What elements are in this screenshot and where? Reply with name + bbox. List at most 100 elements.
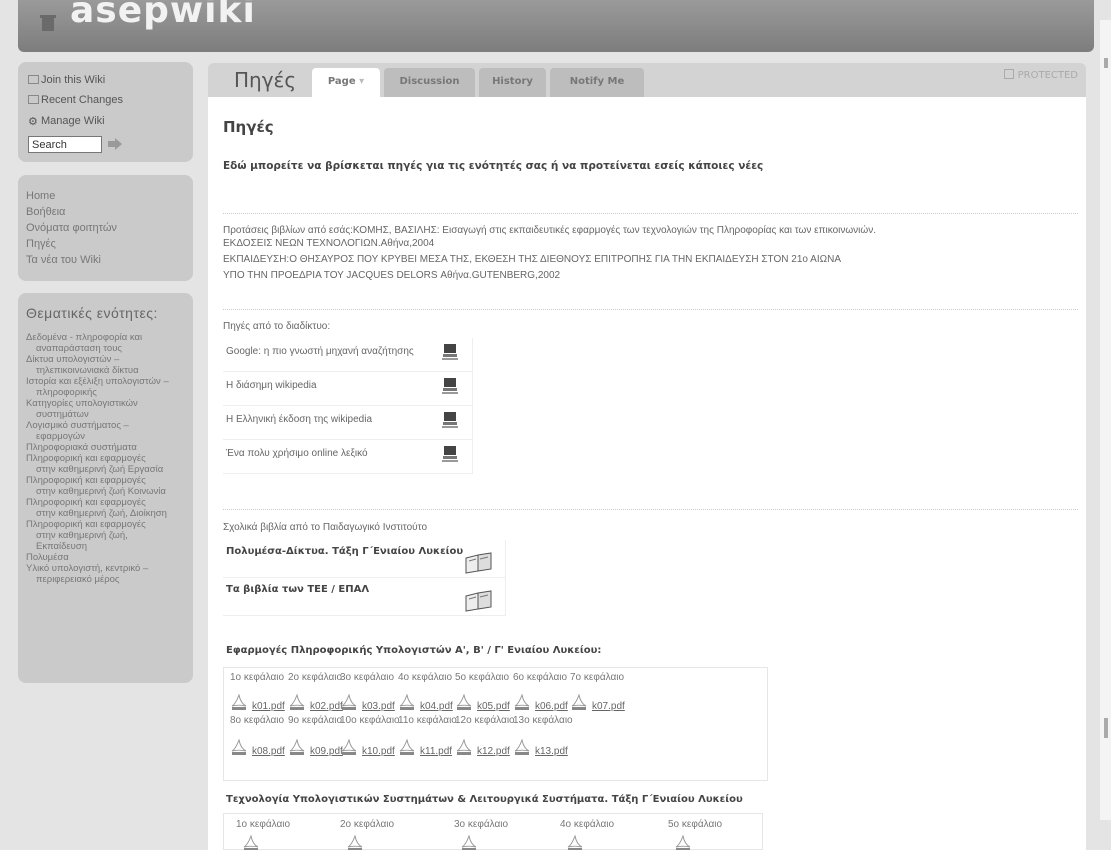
chapter-header: 7ο κεφάλαιο	[570, 672, 625, 683]
computer-icon[interactable]	[440, 376, 460, 396]
thematic-item[interactable]: Δίκτυα υπολογιστών – τηλεπικοινωνιακά δίκ…	[26, 354, 194, 376]
protected-label: PROTECTED	[1017, 70, 1078, 81]
thematic-item[interactable]: Πολυμέσα	[26, 552, 194, 563]
pdf-icon	[289, 738, 305, 755]
computer-icon[interactable]	[440, 342, 460, 362]
sidebar-thematic: Θεματικές ενότητες: Δεδομένα - πληροφορί…	[18, 293, 193, 683]
web-source-link[interactable]: Google: η πιο γνωστή μηχανή αναζήτησης	[226, 346, 414, 357]
tab-notify-me[interactable]: Notify Me	[550, 68, 644, 97]
tab-discussion[interactable]: Discussion	[384, 68, 475, 97]
thematic-item[interactable]: Πληροφορική και εφαρμογές στην καθημερινή…	[26, 453, 194, 475]
thematic-item-line: τηλεπικοινωνιακά δίκτυα	[36, 365, 139, 376]
tab-page[interactable]: Page ▾	[312, 68, 380, 97]
pdf-icon	[514, 738, 530, 755]
pdf-link[interactable]: k05.pdf	[455, 693, 510, 712]
thematic-item[interactable]: Πληροφορική και εφαρμογές στην καθημερινή…	[26, 519, 194, 552]
pdf-link-label: k02.pdf	[310, 701, 343, 712]
pdf-link[interactable]	[566, 834, 588, 850]
scrollbar-mark	[1104, 718, 1108, 738]
search-arrow-icon[interactable]	[108, 138, 122, 150]
thematic-item[interactable]: Πληροφορική και εφαρμογές στην καθημερινή…	[26, 497, 194, 519]
sidebar-nav-item[interactable]: Τα νέα του Wiki	[26, 254, 101, 266]
thematic-item-line: πληροφορικής	[36, 387, 97, 398]
pdf-link-label: k08.pdf	[252, 746, 285, 757]
pdf-link[interactable]: k06.pdf	[513, 693, 568, 712]
pdf-link[interactable]: k08.pdf	[230, 738, 285, 757]
tab-history[interactable]: History	[479, 68, 546, 97]
pdf-link[interactable]: k03.pdf	[340, 693, 395, 712]
thematic-item-line: Δεδομένα - πληροφορία και	[26, 332, 143, 343]
pdf-link[interactable]: k10.pdf	[340, 738, 395, 757]
sidebar-nav-item[interactable]: Ονόματα φοιτητών	[26, 222, 117, 234]
thematic-item-line: Πληροφορική και εφαρμογές	[26, 519, 146, 530]
thematic-item-line: στην καθημερινή ζωή, Διοίκηση	[36, 508, 167, 519]
web-source-link[interactable]: Η Ελληνική έκδοση της wikipedia	[226, 414, 372, 425]
chapter-header: 1ο κεφάλαιο	[236, 819, 291, 830]
site-header: asepwiki	[18, 0, 1094, 52]
pdf-icon	[347, 834, 363, 850]
pdf-link[interactable]: k02.pdf	[288, 693, 343, 712]
search-input[interactable]	[28, 136, 102, 153]
pdf-link[interactable]	[460, 834, 482, 850]
book-line: ΕΚΔΟΣΕΙΣ ΝΕΩΝ ΤΕΧΝΟΛΟΓΙΩΝ.Αθήνα,2004	[223, 238, 435, 249]
thematic-item-line: Δίκτυα υπολογιστών –	[26, 354, 120, 365]
pdf-link[interactable]: k01.pdf	[230, 693, 285, 712]
pdf-link-label: k05.pdf	[477, 701, 510, 712]
user-icon	[28, 75, 39, 84]
pdf-link[interactable]	[346, 834, 368, 850]
scrollbar-mark	[1104, 58, 1108, 68]
thematic-item-line: στην καθημερινή ζωή Εργασία	[36, 464, 164, 475]
pdf-link[interactable]: k12.pdf	[455, 738, 510, 757]
sidebar-nav-item[interactable]: Πηγές	[26, 238, 56, 250]
school-book-link[interactable]: Πολυμέσα-Δίκτυα. Τάξη Γ΄Ενιαίου Λυκείου	[226, 546, 463, 557]
sidebar-nav-item[interactable]: Βοήθεια	[26, 206, 65, 218]
pdf-icon	[289, 693, 305, 710]
computer-icon[interactable]	[440, 410, 460, 430]
pdf-link[interactable]: k09.pdf	[288, 738, 343, 757]
thematic-item-line: Πολυμέσα	[26, 552, 69, 563]
thematic-item[interactable]: Υλικό υπολογιστή, κεντρικό – περιφερειακό…	[26, 563, 194, 585]
site-name[interactable]: asepwiki	[70, 0, 256, 31]
pdf-link[interactable]: k04.pdf	[398, 693, 453, 712]
chevron-down-icon: ▾	[359, 76, 365, 87]
recent-changes-link[interactable]: Recent Changes	[28, 94, 123, 106]
thematic-item[interactable]: Πληροφοριακά συστήματα	[26, 442, 194, 453]
computer-icon[interactable]	[440, 444, 460, 464]
pdf-link[interactable]	[242, 834, 264, 850]
book-icon[interactable]	[464, 552, 494, 574]
thematic-item[interactable]: Δεδομένα - πληροφορία και αναπαράσταση το…	[26, 332, 194, 354]
thematic-item[interactable]: Κατηγορίες υπολογιστικών συστημάτων	[26, 398, 194, 420]
thematic-item-line: Ιστορία και εξέλιξη υπολογιστών –	[26, 376, 169, 387]
pdf-icon	[514, 693, 530, 710]
thematic-item[interactable]: Πληροφορική και εφαρμογές στην καθημερινή…	[26, 475, 194, 497]
school-book-link[interactable]: Τα βιβλία των ΤΕΕ / ΕΠΑΛ	[226, 584, 369, 595]
pdf-link-label: k07.pdf	[592, 701, 625, 712]
thematic-item[interactable]: Ιστορία και εξέλιξη υπολογιστών – πληροφο…	[26, 376, 194, 398]
pdf-link[interactable]	[674, 834, 696, 850]
thematic-item-line: Πληροφορική και εφαρμογές	[26, 497, 146, 508]
chapter-header: 5ο κεφάλαιο	[668, 819, 723, 830]
chapter-header: 4ο κεφάλαιο	[560, 819, 615, 830]
book-icon[interactable]	[464, 590, 494, 612]
pdf-link[interactable]: k11.pdf	[398, 738, 452, 757]
sidebar-nav-item[interactable]: Home	[26, 190, 55, 202]
web-source-link[interactable]: Η διάσημη wikipedia	[226, 380, 317, 391]
pdf-link-label: k13.pdf	[535, 746, 568, 757]
pdf-icon	[341, 693, 357, 710]
chapter-header: 4ο κεφάλαιο	[398, 672, 453, 683]
thematic-item-line: Πληροφορική και εφαρμογές	[26, 475, 146, 486]
join-wiki-link[interactable]: Join this Wiki	[28, 74, 105, 86]
thematic-item-line: συστημάτων	[36, 409, 89, 420]
web-source-link[interactable]: Ένα πολυ χρήσιμο online λεξικό	[226, 448, 368, 459]
manage-wiki-label: Manage Wiki	[41, 115, 105, 127]
pdf-link[interactable]: k13.pdf	[513, 738, 568, 757]
page-tabbar: Πηγές Page ▾ Discussion History Notify M…	[208, 63, 1086, 97]
manage-wiki-link[interactable]: ⚙ Manage Wiki	[28, 115, 105, 128]
chapter-header: 6ο κεφάλαιο	[513, 672, 568, 683]
pdf-link[interactable]: k07.pdf	[570, 693, 625, 712]
wrench-icon: ⚙	[28, 116, 38, 128]
pdf-icon	[399, 693, 415, 710]
sidebar-nav: Home Βοήθεια Ονόματα φοιτητών Πηγές Τα νέα τ…	[18, 175, 193, 281]
thematic-item[interactable]: Λογισμικό συστήματος – εφαρμογών	[26, 420, 194, 442]
chapter-header: 11ο κεφάλαιο	[398, 715, 457, 726]
